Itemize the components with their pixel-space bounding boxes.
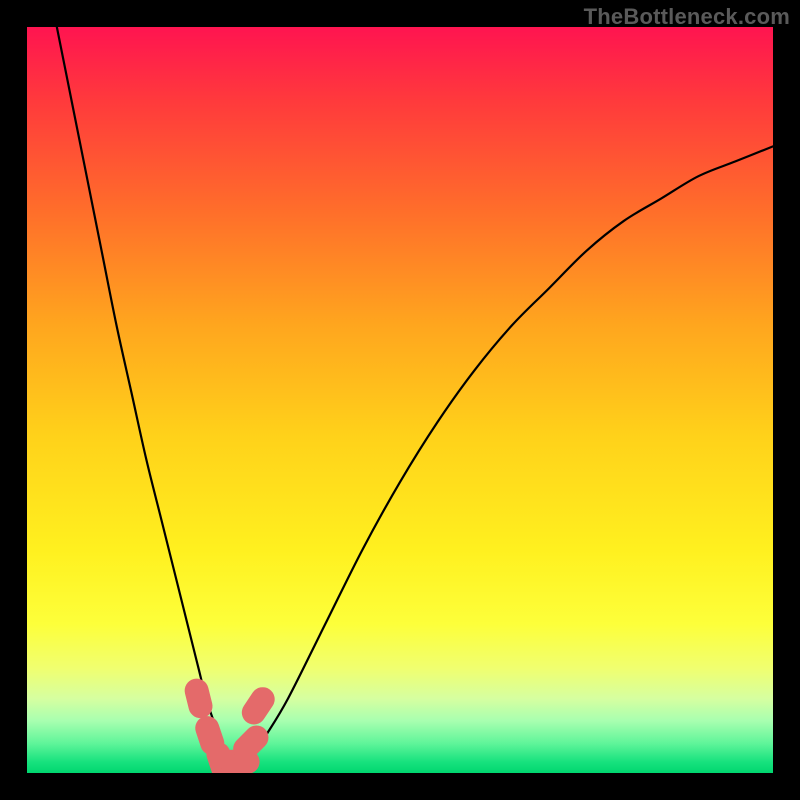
bottleneck-curve: [57, 27, 773, 766]
min-zone-markers: [182, 676, 279, 773]
watermark-text: TheBottleneck.com: [584, 4, 790, 30]
min-zone-right-2: [237, 683, 279, 730]
plot-area: [27, 27, 773, 773]
chart-frame: TheBottleneck.com: [0, 0, 800, 800]
curve-layer: [27, 27, 773, 773]
